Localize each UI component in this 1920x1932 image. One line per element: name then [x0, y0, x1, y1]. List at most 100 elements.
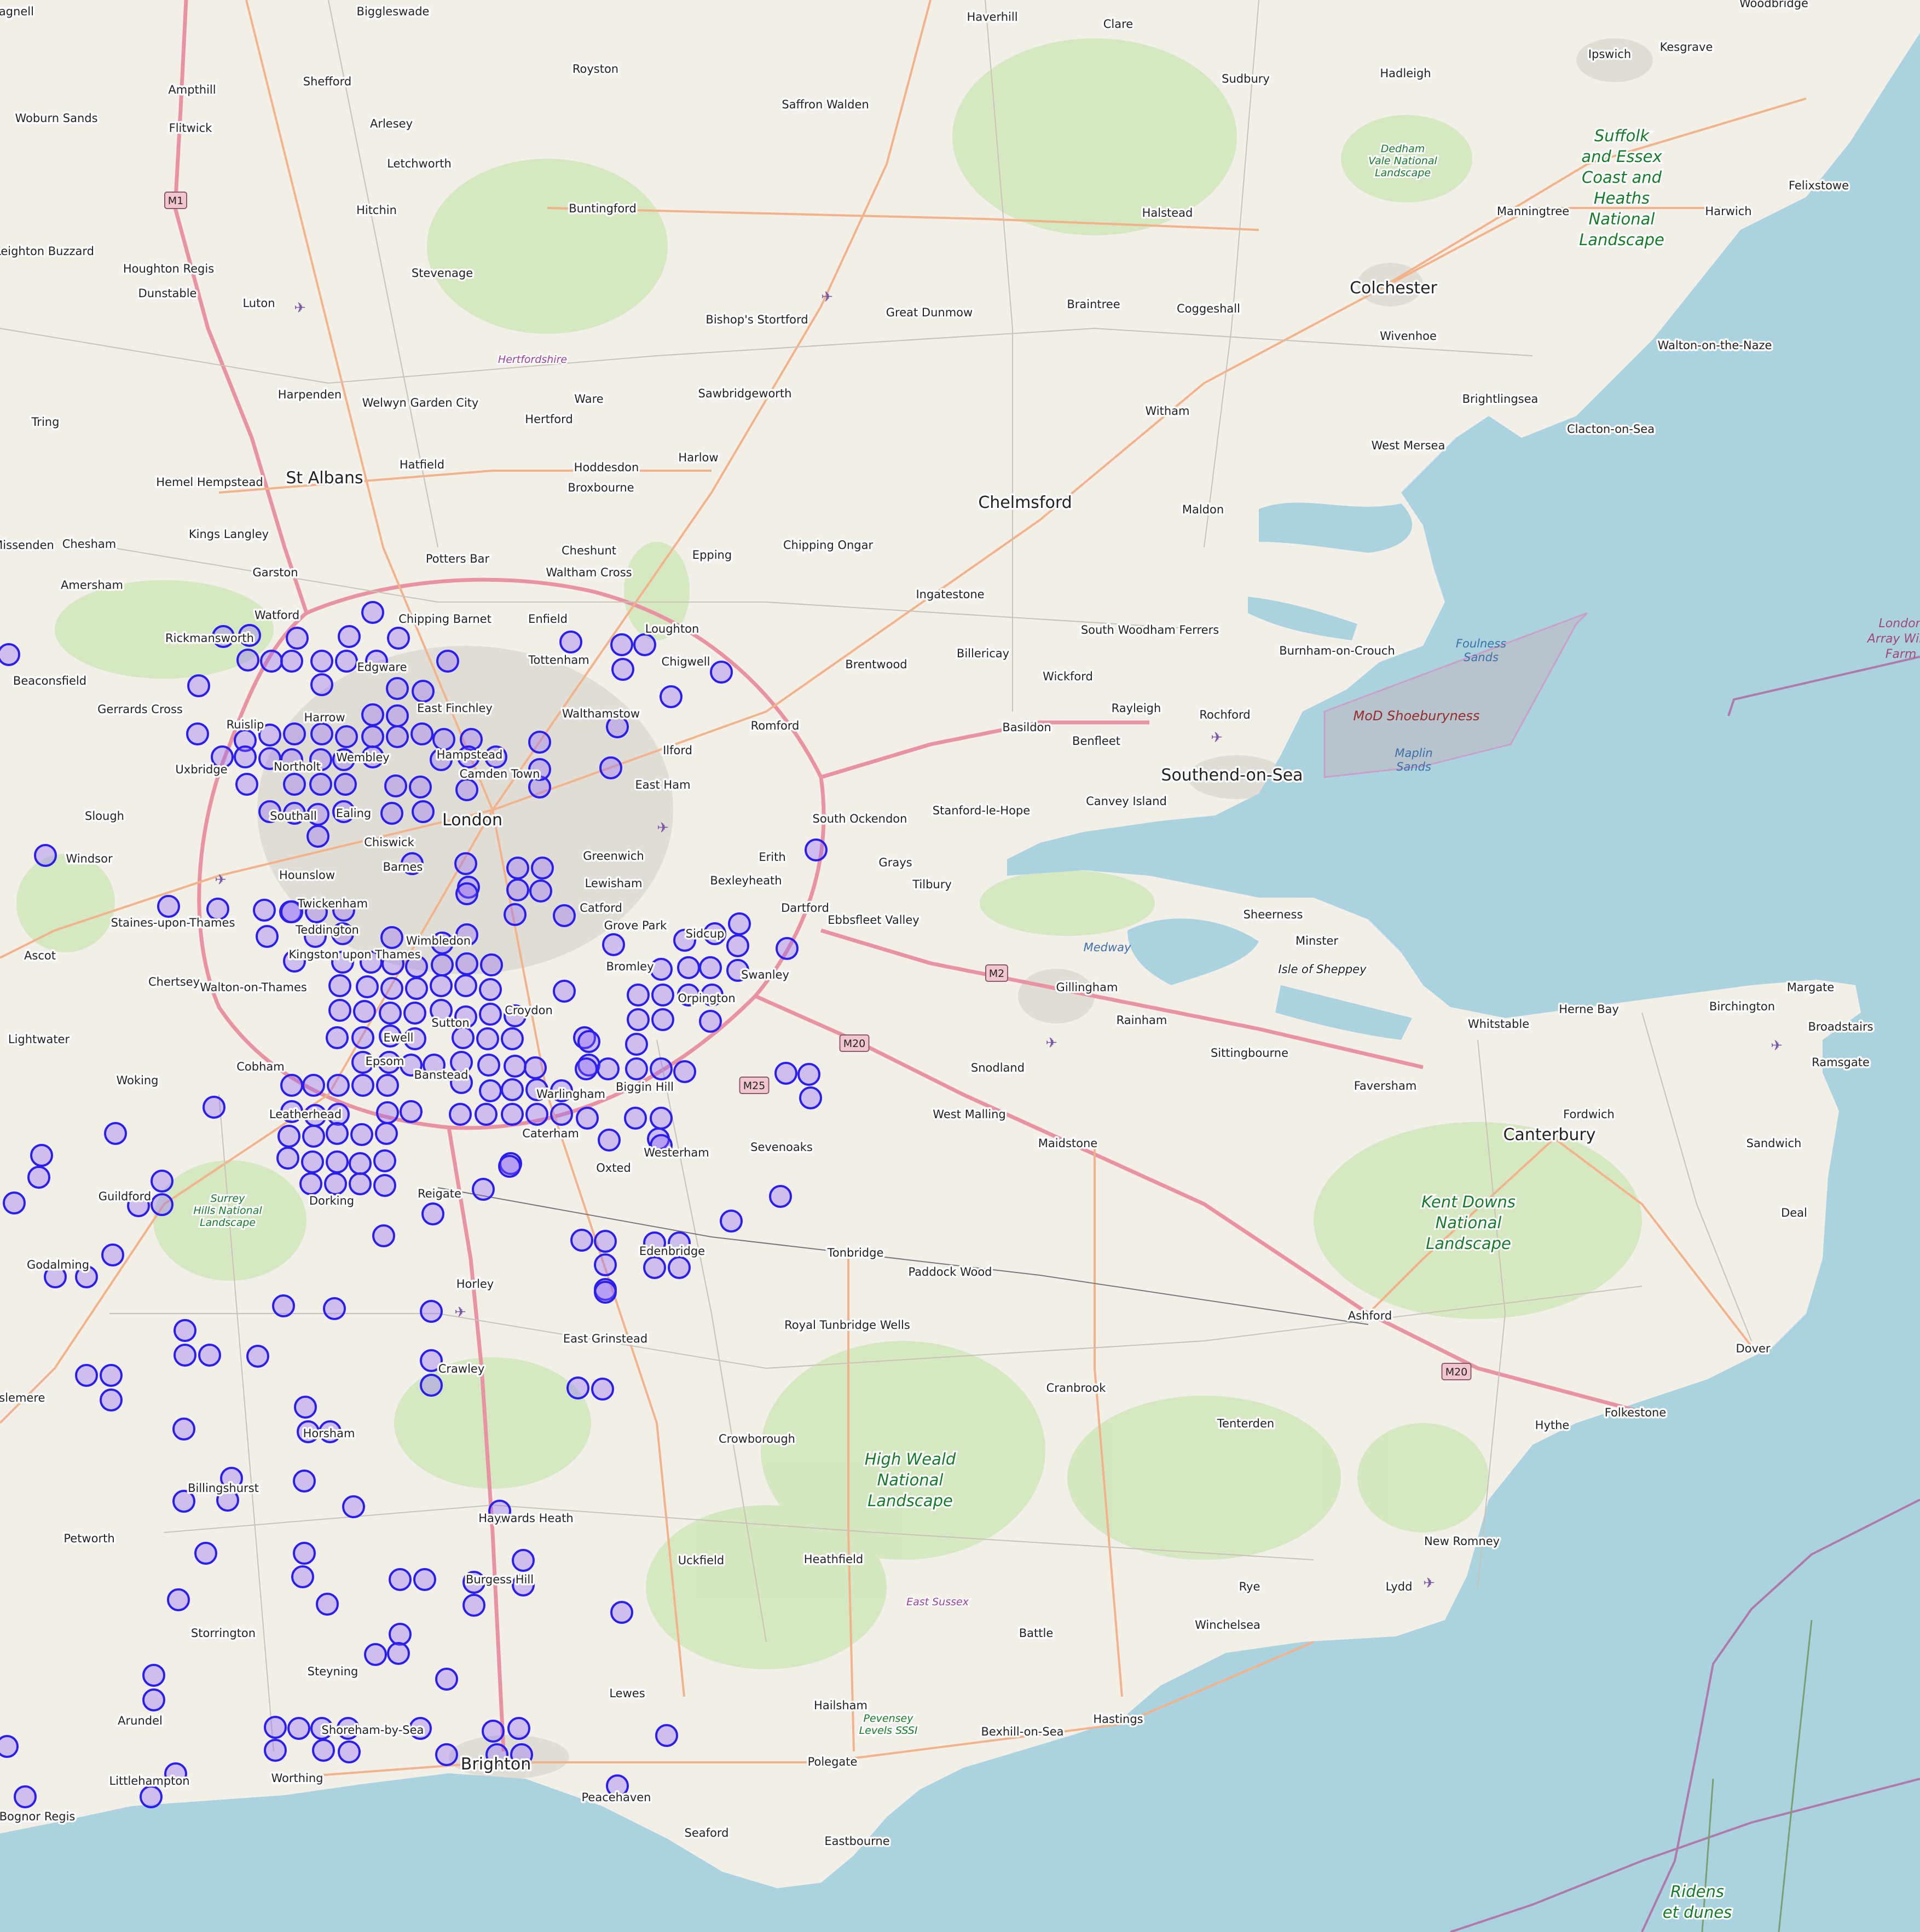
location-marker[interactable] [187, 674, 210, 697]
location-marker[interactable] [335, 650, 358, 673]
location-marker[interactable] [328, 974, 351, 997]
location-marker[interactable] [356, 975, 379, 998]
location-marker[interactable] [506, 878, 529, 901]
location-marker[interactable] [0, 643, 20, 666]
location-marker[interactable] [501, 1027, 524, 1050]
location-marker[interactable] [435, 1668, 458, 1691]
location-marker[interactable] [272, 1294, 295, 1317]
location-marker[interactable] [570, 1229, 593, 1252]
location-marker[interactable] [655, 1724, 678, 1747]
location-marker[interactable] [312, 1739, 335, 1762]
location-marker[interactable] [776, 937, 799, 960]
location-marker[interactable] [291, 1565, 314, 1588]
location-marker[interactable] [387, 627, 410, 650]
location-marker[interactable] [256, 925, 279, 948]
location-marker[interactable] [353, 1000, 376, 1023]
location-marker[interactable] [475, 1103, 498, 1126]
location-marker[interactable] [728, 912, 751, 935]
location-marker[interactable] [246, 1345, 269, 1368]
location-marker[interactable] [477, 1054, 500, 1077]
location-marker[interactable] [577, 1030, 600, 1053]
location-marker[interactable] [380, 926, 403, 949]
location-marker[interactable] [34, 844, 57, 867]
location-marker[interactable] [559, 630, 582, 653]
location-marker[interactable] [420, 1374, 443, 1397]
location-marker[interactable] [550, 1103, 573, 1126]
location-marker[interactable] [598, 1129, 621, 1152]
location-marker[interactable] [316, 1593, 339, 1616]
location-marker[interactable] [594, 1281, 617, 1304]
location-marker[interactable] [435, 1743, 458, 1766]
location-marker[interactable] [650, 1107, 673, 1130]
location-marker[interactable] [476, 1027, 499, 1050]
location-marker[interactable] [327, 1074, 350, 1097]
location-marker[interactable] [310, 722, 333, 745]
location-marker[interactable] [277, 1125, 300, 1148]
location-marker[interactable] [413, 1568, 436, 1591]
location-marker[interactable] [650, 958, 673, 981]
location-marker[interactable] [480, 953, 503, 976]
location-marker[interactable] [479, 1003, 502, 1026]
location-marker[interactable] [234, 745, 257, 768]
location-marker[interactable] [650, 1057, 673, 1080]
location-marker[interactable] [287, 1717, 310, 1740]
location-marker[interactable] [403, 1002, 426, 1025]
location-marker[interactable] [566, 1376, 589, 1399]
location-marker[interactable] [673, 1060, 696, 1083]
location-marker[interactable] [151, 1170, 174, 1193]
location-marker[interactable] [625, 1057, 648, 1080]
location-marker[interactable] [351, 1026, 374, 1049]
location-marker[interactable] [361, 703, 384, 726]
location-marker[interactable] [599, 756, 622, 779]
location-marker[interactable] [504, 903, 527, 926]
location-marker[interactable] [376, 1101, 399, 1124]
location-marker[interactable] [203, 1096, 225, 1119]
location-marker[interactable] [350, 1123, 373, 1146]
location-marker[interactable] [338, 625, 361, 648]
location-marker[interactable] [482, 1720, 505, 1743]
location-marker[interactable] [412, 680, 435, 703]
location-marker[interactable] [364, 1643, 387, 1666]
location-marker[interactable] [294, 1396, 317, 1419]
location-marker[interactable] [699, 956, 722, 979]
location-marker[interactable] [455, 952, 478, 975]
location-marker[interactable] [14, 1785, 37, 1808]
location-marker[interactable] [373, 1149, 396, 1172]
location-marker[interactable] [174, 1319, 196, 1342]
location-marker[interactable] [142, 1664, 165, 1687]
location-marker[interactable] [280, 1074, 303, 1097]
location-marker[interactable] [660, 685, 683, 708]
location-marker[interactable] [410, 722, 433, 745]
location-marker[interactable] [299, 1172, 322, 1195]
location-marker[interactable] [627, 1008, 650, 1031]
location-marker[interactable] [454, 852, 477, 875]
location-marker[interactable] [405, 977, 428, 1000]
location-marker[interactable] [386, 725, 409, 748]
location-marker[interactable] [449, 1103, 472, 1126]
location-marker[interactable] [553, 904, 576, 927]
location-marker[interactable] [151, 1193, 174, 1216]
location-marker[interactable] [380, 977, 403, 1000]
location-marker[interactable] [553, 980, 576, 1003]
location-marker[interactable] [283, 773, 306, 796]
location-marker[interactable] [302, 1125, 325, 1148]
location-marker[interactable] [253, 899, 276, 922]
location-marker[interactable] [651, 1008, 674, 1031]
location-marker[interactable] [575, 1057, 598, 1080]
location-marker[interactable] [235, 773, 258, 796]
location-marker[interactable] [323, 1297, 346, 1320]
location-marker[interactable] [430, 974, 453, 997]
location-marker[interactable] [27, 1166, 50, 1189]
location-marker[interactable] [506, 857, 529, 880]
location-marker[interactable] [627, 984, 650, 1007]
location-marker[interactable] [326, 1026, 349, 1049]
location-marker[interactable] [373, 1174, 396, 1197]
location-marker[interactable] [260, 650, 283, 673]
location-marker[interactable] [610, 1601, 633, 1624]
location-marker[interactable] [611, 658, 634, 681]
location-marker[interactable] [421, 1202, 444, 1225]
location-marker[interactable] [625, 1033, 648, 1056]
location-marker[interactable] [376, 1074, 399, 1097]
location-marker[interactable] [293, 1470, 316, 1493]
location-marker[interactable] [387, 1642, 410, 1665]
